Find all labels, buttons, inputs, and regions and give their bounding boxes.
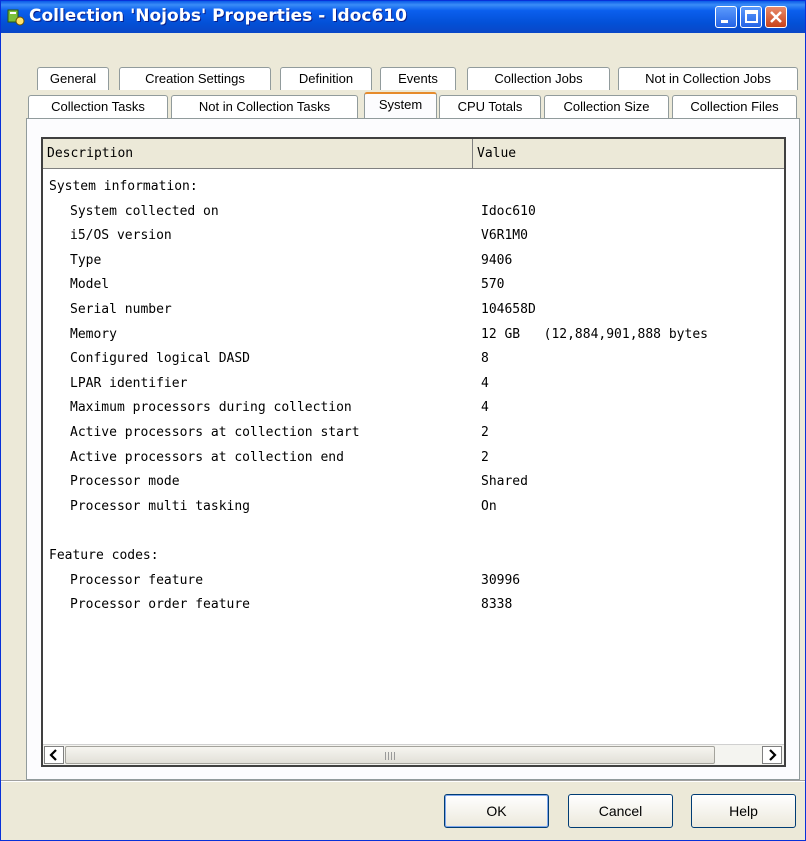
row-description: Processor order feature — [70, 597, 251, 613]
table-row[interactable]: Processor multi tasking On — [43, 495, 784, 519]
table-row[interactable]: Processor order feature 8338 — [43, 593, 784, 617]
row-description: Processor multi tasking — [70, 498, 251, 514]
scroll-right-button[interactable] — [762, 746, 782, 764]
tab-creation-settings[interactable]: Creation Settings — [119, 67, 271, 90]
help-button[interactable]: Help — [691, 794, 796, 828]
row-description: System collected on — [70, 203, 219, 219]
row-value: 9406 — [481, 252, 513, 268]
row-description: LPAR identifier — [70, 375, 188, 391]
table-row[interactable]: Processor feature 30996 — [43, 569, 784, 593]
collection-properties-icon — [7, 8, 25, 26]
row-description: Maximum processors during collection — [70, 400, 352, 416]
tab-events[interactable]: Events — [380, 67, 456, 90]
row-value: V6R1M0 — [481, 228, 528, 244]
table-row[interactable]: Type 9406 — [43, 249, 784, 273]
ok-button[interactable]: OK — [444, 794, 549, 828]
row-value: 30996 — [481, 572, 521, 588]
table-row[interactable]: Configured logical DASD 8 — [43, 347, 784, 371]
tab-not-in-collection-tasks[interactable]: Not in Collection Tasks — [171, 95, 358, 118]
row-description: Configured logical DASD — [70, 351, 251, 367]
tab-collection-jobs[interactable]: Collection Jobs — [467, 67, 610, 90]
row-description: Processor feature — [70, 572, 204, 588]
table-row[interactable]: Model 570 — [43, 273, 784, 297]
minimize-button[interactable] — [715, 6, 737, 28]
scroll-grip-icon — [385, 752, 395, 760]
table-row[interactable]: Memory 12 GB (12,884,901,888 bytes — [43, 323, 784, 347]
table-row[interactable] — [43, 519, 784, 543]
row-value: 2 — [481, 449, 489, 465]
row-value: 8 — [481, 351, 489, 367]
row-value: 4 — [481, 375, 489, 391]
row-description: Processor mode — [70, 474, 180, 490]
table-row[interactable]: Maximum processors during collection 4 — [43, 396, 784, 420]
tab-not-in-collection-jobs[interactable]: Not in Collection Jobs — [618, 67, 798, 90]
table-row[interactable]: Feature codes: — [43, 544, 784, 568]
row-description: Active processors at collection end — [70, 449, 344, 465]
button-area-divider-highlight — [1, 781, 805, 782]
horizontal-scrollbar[interactable] — [43, 744, 784, 765]
table-row[interactable]: System collected on Idoc610 — [43, 200, 784, 224]
close-button[interactable] — [765, 6, 787, 28]
row-description: Feature codes: — [49, 548, 159, 563]
tab-general[interactable]: General — [37, 67, 109, 90]
row-description: System information: — [49, 179, 198, 194]
row-value: 4 — [481, 400, 489, 416]
row-value: 104658D — [481, 302, 536, 317]
system-info-table[interactable]: Description Value System information: Sys… — [41, 137, 786, 767]
cancel-button[interactable]: Cancel — [568, 794, 673, 828]
table-row[interactable]: LPAR identifier 4 — [43, 372, 784, 396]
row-value: 12 GB (12,884,901,888 bytes — [481, 326, 708, 342]
row-value: Idoc610 — [481, 203, 536, 219]
table-row[interactable]: Active processors at collection start 2 — [43, 421, 784, 445]
row-description: i5/OS version — [70, 228, 172, 244]
tab-definition[interactable]: Definition — [280, 67, 372, 90]
row-description: Type — [70, 252, 102, 268]
maximize-button[interactable] — [740, 6, 762, 28]
row-value: 8338 — [481, 597, 513, 613]
properties-window: Collection 'Nojobs' Properties - Idoc610… — [0, 0, 806, 841]
tab-system[interactable]: System — [364, 92, 437, 118]
row-value: On — [481, 498, 497, 514]
column-header-value[interactable]: Value — [473, 139, 784, 169]
scroll-left-button[interactable] — [44, 746, 64, 764]
tab-cpu-totals[interactable]: CPU Totals — [439, 95, 541, 118]
row-description: Model — [70, 277, 110, 293]
row-value: 2 — [481, 425, 489, 440]
table-row[interactable]: Serial number 104658D — [43, 298, 784, 322]
title-bar[interactable]: Collection 'Nojobs' Properties - Idoc610 — [1, 1, 805, 33]
table-row[interactable]: Processor mode Shared — [43, 470, 784, 494]
table-row[interactable]: i5/OS version V6R1M0 — [43, 224, 784, 248]
row-value: Shared — [481, 474, 528, 490]
table-row[interactable]: Active processors at collection end 2 — [43, 446, 784, 470]
row-description: Serial number — [70, 302, 172, 317]
tab-collection-size[interactable]: Collection Size — [544, 95, 669, 118]
row-description: Active processors at collection start — [70, 425, 360, 440]
scroll-thumb[interactable] — [65, 746, 715, 764]
row-value: 570 — [481, 277, 505, 293]
row-description: Memory — [70, 326, 117, 342]
window-title: Collection 'Nojobs' Properties - Idoc610 — [29, 6, 407, 26]
table-row[interactable]: System information: — [43, 175, 784, 199]
column-header-description[interactable]: Description — [43, 139, 473, 169]
tab-collection-files[interactable]: Collection Files — [672, 95, 797, 118]
tab-collection-tasks[interactable]: Collection Tasks — [28, 95, 168, 118]
